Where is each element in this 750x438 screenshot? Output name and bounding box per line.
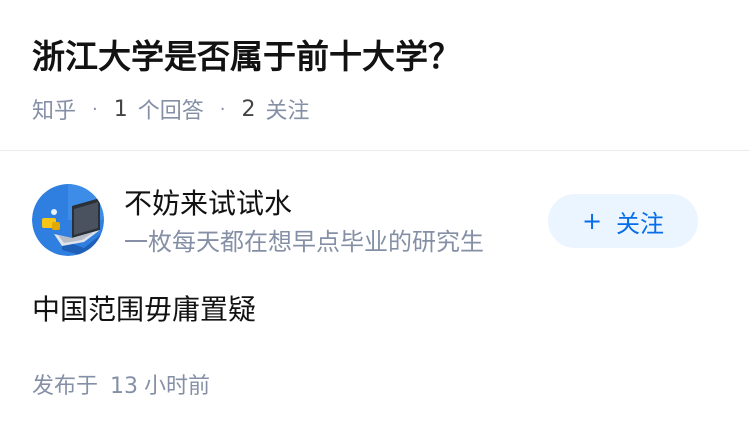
time-unit: 小时前 <box>144 374 211 399</box>
question-meta: 知乎 · 1 个回答 · 2 关注 <box>32 92 310 126</box>
follow-button[interactable]: + 关注 <box>548 194 698 248</box>
question-header: 浙江大学是否属于前十大学？ 知乎 · 1 个回答 · 2 关注 <box>0 0 750 151</box>
time-value: 13 <box>110 374 139 399</box>
plus-icon: + <box>581 207 603 235</box>
follow-count-label[interactable]: 关注 <box>266 93 310 125</box>
follow-button-label: 关注 <box>616 209 665 238</box>
follow-count: 2 <box>241 96 256 122</box>
meta-separator: · <box>92 98 98 120</box>
source-label[interactable]: 知乎 <box>32 93 76 125</box>
question-title[interactable]: 浙江大学是否属于前十大学？ <box>32 33 461 81</box>
answer-time: 发布于 13 小时前 <box>32 371 210 403</box>
author-bio: 一枚每天都在想早点毕业的研究生 <box>124 228 484 256</box>
answer-count-label[interactable]: 个回答 <box>138 93 204 125</box>
meta-separator: · <box>219 98 226 120</box>
avatar[interactable] <box>32 184 104 256</box>
author-name[interactable]: 不妨来试试水 <box>124 186 292 222</box>
laptop-avatar-icon <box>32 184 104 256</box>
answer-count: 1 <box>113 96 128 122</box>
answer-content[interactable]: 中国范围毋庸置疑 <box>32 290 256 330</box>
time-prefix: 发布于 <box>32 374 99 399</box>
